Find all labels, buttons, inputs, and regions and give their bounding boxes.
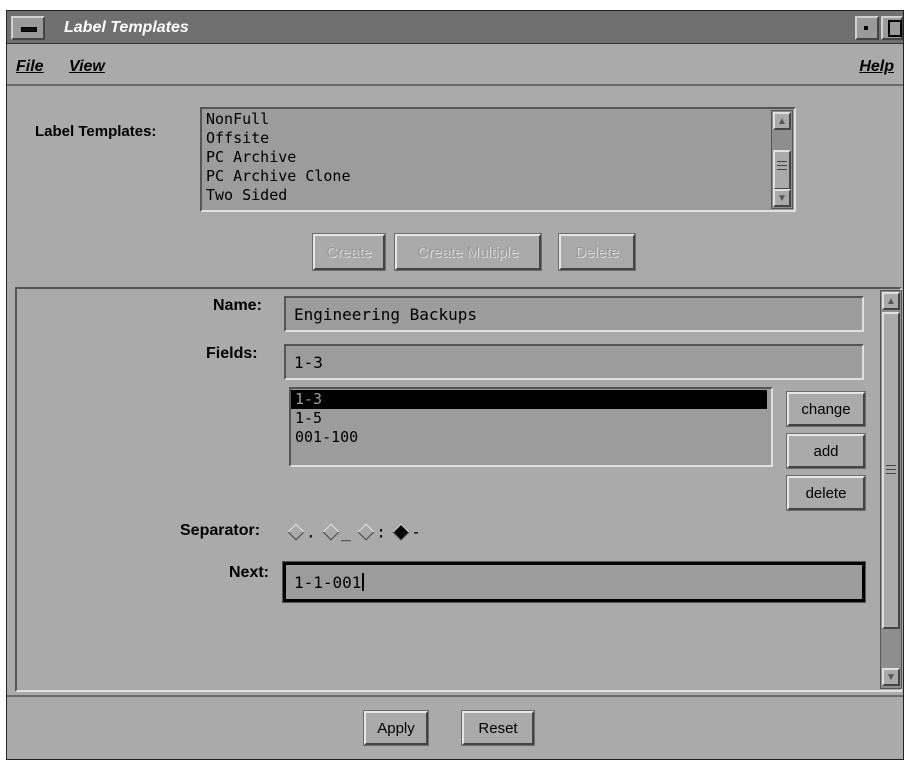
minimize-button[interactable] (855, 16, 879, 40)
scroll-down-arrow-icon[interactable]: ▼ (773, 189, 791, 207)
menu-bar: File View Help (7, 44, 903, 86)
field-list-item[interactable]: 001-100 (291, 428, 771, 447)
scroll-thumb[interactable] (773, 150, 791, 190)
field-list-item[interactable]: 1-3 (291, 390, 767, 409)
delete-field-button[interactable]: delete (786, 475, 866, 511)
text-cursor (362, 573, 365, 591)
create-button[interactable]: Create (312, 233, 386, 271)
delete-template-button[interactable]: Delete (558, 233, 636, 271)
create-multiple-button[interactable]: Create Multiple (394, 233, 542, 271)
label-templates-label: Label Templates: (35, 123, 157, 140)
fields-list[interactable]: 1-3 1-5 001-100 (289, 387, 773, 467)
scroll-up-arrow-icon[interactable]: ▲ (773, 112, 791, 130)
window-menu-button[interactable] (11, 16, 45, 40)
menu-view-label: View (69, 58, 105, 75)
template-list-item[interactable]: PC Archive Clone (202, 167, 794, 186)
reset-button[interactable]: Reset (461, 710, 535, 746)
change-field-button[interactable]: change (786, 391, 866, 427)
templates-scrollbar[interactable]: ▲ ▼ (771, 110, 793, 209)
separator-option-underscore[interactable]: _ (320, 522, 351, 541)
separator-option-dot[interactable]: . (285, 522, 316, 541)
separator-option-colon[interactable]: : (355, 522, 386, 541)
panel-scrollbar[interactable]: ▲ ▼ (880, 290, 902, 689)
fields-label: Fields: (206, 345, 258, 362)
separator-options: . _ : - (285, 522, 421, 541)
template-list-item[interactable]: Two Sided (202, 186, 794, 205)
menu-file[interactable]: File (16, 58, 44, 76)
template-detail-panel: Name: Engineering Backups Fields: 1-3 1-… (15, 287, 902, 692)
radio-diamond-icon (322, 523, 340, 540)
menu-file-label: File (16, 58, 44, 75)
add-field-button[interactable]: add (786, 433, 866, 469)
maximize-icon (888, 20, 902, 37)
menu-view[interactable]: View (69, 58, 105, 76)
next-value: 1-1-001 (294, 572, 362, 592)
menu-help-label: Help (859, 58, 894, 75)
radio-diamond-selected-icon (392, 523, 410, 540)
template-list-item[interactable]: NonFull (202, 110, 794, 129)
minimize-icon (864, 26, 868, 30)
panel-scroll-down-arrow-icon[interactable]: ▼ (882, 668, 900, 686)
radio-diamond-icon (357, 523, 375, 540)
footer-divider (7, 695, 903, 697)
radio-diamond-icon (287, 523, 305, 540)
next-field[interactable]: 1-1-001 (282, 561, 866, 603)
template-list-item[interactable]: Offsite (202, 129, 794, 148)
maximize-button[interactable] (881, 16, 903, 40)
field-list-item[interactable]: 1-5 (291, 409, 771, 428)
apply-button[interactable]: Apply (363, 710, 429, 746)
title-bar: Label Templates (7, 11, 903, 44)
panel-scroll-up-arrow-icon[interactable]: ▲ (882, 292, 900, 310)
name-label: Name: (213, 297, 262, 314)
next-label: Next: (229, 564, 270, 581)
template-list-item[interactable]: PC Archive (202, 148, 794, 167)
separator-option-dash[interactable]: - (390, 522, 421, 541)
window-menu-icon (21, 27, 37, 32)
separator-label: Separator: (180, 522, 261, 539)
label-templates-list[interactable]: NonFull Offsite PC Archive PC Archive Clone… (200, 107, 796, 212)
label-templates-window: Label Templates File View Help Label Tem… (6, 10, 904, 760)
fields-field[interactable]: 1-3 (284, 344, 864, 380)
menu-help[interactable]: Help (859, 58, 894, 76)
panel-scroll-thumb[interactable] (882, 312, 900, 629)
window-title: Label Templates (64, 19, 189, 36)
name-field[interactable]: Engineering Backups (284, 296, 864, 332)
